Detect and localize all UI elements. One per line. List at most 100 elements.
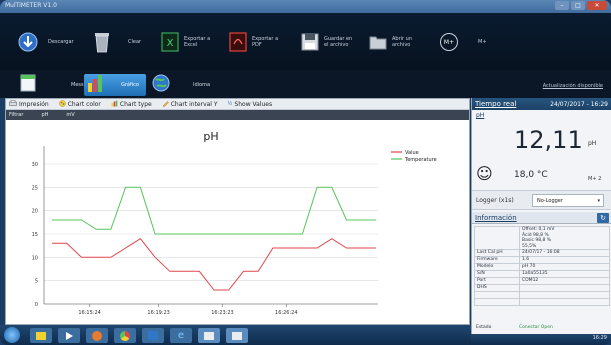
globe-icon [152, 74, 170, 96]
ie-icon: e [177, 330, 185, 341]
nav-mess[interactable]: Mess [20, 74, 84, 96]
download-button[interactable]: Descargar [18, 30, 74, 54]
state-row: Estado Conectar Open [474, 323, 610, 332]
filter-label[interactable]: Filtrar [9, 112, 23, 118]
save-icon [300, 31, 320, 53]
nav-language[interactable]: Idioma [152, 74, 210, 96]
realtime-panel: Tiempo real 24/07/2017 - 16:29 pH 12,11 … [471, 98, 611, 334]
chart-panel: Impresión Chart color Chart type Chart i… [5, 98, 470, 325]
export-excel-label: Exportar a Excel [184, 36, 211, 48]
connect-link[interactable]: Conectar Open [519, 325, 553, 330]
clear-button[interactable]: Clear [92, 30, 141, 54]
show-values-button[interactable]: ½ Show Values [228, 101, 273, 108]
sn-value: 1a0a55135 [519, 270, 610, 279]
minimize-button[interactable]: – [555, 1, 569, 10]
mplus-button[interactable]: M+ M+ [440, 30, 487, 54]
mplus-label: M+ [478, 39, 487, 45]
taskbar-outlook[interactable] [142, 328, 164, 343]
x-tick-label: 16:19:23 [147, 310, 169, 316]
y-tick-label: 20 [32, 209, 38, 215]
chart-toolbar: Impresión Chart color Chart type Chart i… [6, 99, 469, 110]
chrome-icon [120, 330, 130, 341]
offset-values: Offset: 0,1 mV Ácid 98,8 % Basic 98,8 % … [519, 225, 610, 251]
last-cal-value: 24/07/17 - 16:08 [519, 249, 610, 258]
info-table: Offset: 0,1 mV Ácid 98,8 % Basic 98,8 % … [474, 225, 610, 307]
table-row: S/N 1a0a55135 [474, 270, 610, 279]
y-tick-label: 5 [35, 279, 38, 285]
pdf-icon [228, 31, 248, 53]
title-bar: MulTiMETER V1.0 – □ ✕ [0, 0, 611, 13]
export-pdf-button[interactable]: Exportar a PDF [228, 30, 286, 54]
y-tick-label: 30 [32, 162, 38, 168]
table-row: Last Cal pH 24/07/17 - 16:08 [474, 249, 610, 258]
print-button[interactable]: Impresión [9, 99, 49, 109]
dhs-key: DHS [474, 284, 520, 293]
model-key: Modelo [474, 263, 520, 272]
chart-color-button[interactable]: Chart color [58, 99, 101, 109]
state-key: Estado [476, 325, 492, 330]
chart-interval-button[interactable]: Chart interval Y [162, 100, 218, 109]
nav-graph[interactable]: Gráfico [84, 74, 146, 96]
filter-bar: Filtrar pH mV [6, 110, 469, 120]
start-button[interactable] [4, 327, 20, 343]
window-icon [232, 331, 242, 340]
slope-line: 55,5% [522, 243, 537, 249]
port-value: COM12 [519, 277, 610, 286]
filter-mv[interactable]: mV [66, 112, 74, 118]
play-icon [65, 331, 73, 340]
y-tick-label: 0 [35, 302, 38, 308]
nav-strip: Mess Gráfico Idioma Actualización dispon… [0, 70, 611, 98]
last-cal-key: Last Cal pH [474, 249, 520, 258]
taskbar-app-2[interactable] [226, 328, 248, 343]
svg-text:X: X [167, 38, 174, 49]
dhs-value [519, 284, 610, 293]
ph-label: pH [476, 112, 485, 119]
window-controls: – □ ✕ [555, 1, 607, 10]
palette-icon [58, 99, 66, 109]
table-row: Offset: 0,1 mV Ácid 98,8 % Basic 98,8 % … [474, 225, 610, 251]
temperature-value: 18,0 °C [514, 170, 548, 180]
taskbar-chrome[interactable] [114, 328, 136, 343]
mplus-icon: M+ [440, 33, 458, 51]
nav-mess-label: Mess [71, 82, 84, 88]
table-row: Modelo pH 70 [474, 263, 610, 272]
x-tick-label: 16:23:23 [211, 310, 233, 316]
open-file-button[interactable]: Abrir un archivo [368, 30, 422, 54]
realtime-title[interactable]: Tiempo real [475, 100, 516, 108]
filter-ph[interactable]: pH [41, 112, 48, 118]
realtime-datetime: 24/07/2017 - 16:29 [550, 100, 608, 108]
taskbar-firefox[interactable] [86, 328, 108, 343]
system-tray: 16:29 [471, 334, 611, 345]
logger-select[interactable]: No-Logger ▾ [532, 194, 604, 207]
y-tick-label: 10 [32, 255, 38, 261]
table-row: Firmware 1.6 [474, 256, 610, 265]
chart-interval-label: Chart interval Y [170, 100, 218, 108]
chart-color-label: Chart color [67, 100, 101, 108]
taskbar-explorer[interactable] [30, 328, 52, 343]
refresh-icon[interactable]: ↻ [597, 213, 609, 223]
mplus-count: M+ 2 [588, 176, 602, 182]
info-title[interactable]: Información [475, 214, 517, 222]
taskbar: e [0, 325, 471, 345]
taskbar-media[interactable] [58, 328, 80, 343]
maximize-button[interactable]: □ [571, 1, 585, 10]
offset-key [474, 225, 520, 251]
update-link[interactable]: Actualización disponible [543, 83, 603, 89]
empty-key [474, 291, 520, 300]
legend-label: Temperature [404, 157, 437, 163]
download-icon [18, 31, 38, 53]
logger-label: Logger (x1s) [476, 197, 514, 204]
taskbar-app-1[interactable] [198, 328, 220, 343]
chart-type-label: Chart type [119, 100, 152, 108]
export-excel-button[interactable]: X Exportar a Excel [160, 30, 212, 54]
chart-type-button[interactable]: Chart type [111, 100, 152, 109]
close-button[interactable]: ✕ [587, 1, 607, 10]
save-file-button[interactable]: Guardar en el archivo [300, 30, 358, 54]
window-icon [204, 331, 214, 340]
logger-select-value: No-Logger [537, 198, 563, 204]
firmware-key: Firmware [474, 256, 520, 265]
realtime-header: Tiempo real 24/07/2017 - 16:29 [472, 98, 611, 110]
empty-value [519, 291, 610, 300]
taskbar-ie[interactable]: e [170, 328, 192, 343]
app-window: MulTiMETER V1.0 – □ ✕ Descargar Clear X … [0, 0, 611, 345]
